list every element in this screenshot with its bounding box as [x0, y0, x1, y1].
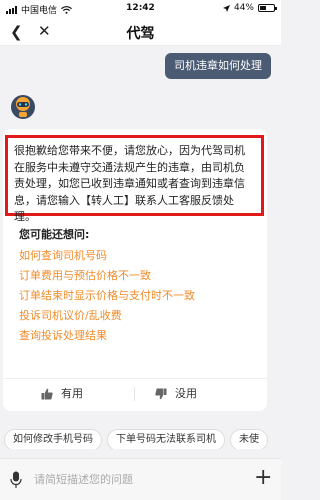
message-input[interactable] [34, 467, 244, 491]
quick-reply-chip[interactable]: 下单号码无法联系司机 [107, 429, 225, 449]
plus-icon[interactable]: + [254, 465, 272, 491]
suggestions-title: 您可能还想问: [19, 228, 90, 241]
battery-icon [258, 4, 277, 12]
input-bar: + [0, 458, 281, 500]
bot-avatar-icon [11, 95, 35, 119]
microphone-icon[interactable] [10, 471, 22, 489]
user-message-bubble: 司机违章如何处理 [165, 53, 271, 79]
suggestion-item[interactable]: 订单费用与预估价格不一致 [19, 266, 195, 286]
status-right: 44% [222, 3, 277, 13]
quick-reply-chip[interactable]: 如何修改手机号码 [4, 429, 102, 449]
suggestions-list: 如何查询司机号码 订单费用与预估价格不一致 订单结束时显示价格与支付时不一致 投… [19, 246, 195, 346]
nav-bar: ❮ ✕ 代驾 [0, 18, 281, 46]
thumbs-up-icon [41, 388, 53, 400]
suggestion-item[interactable]: 订单结束时显示价格与支付时不一致 [19, 286, 195, 306]
useful-button[interactable]: 有用 [41, 383, 83, 405]
status-bar: 中国电信 12:42 44% [0, 0, 281, 18]
location-arrow-icon [222, 4, 230, 12]
bot-reply-card: 很抱歉给您带来不便，请您放心，因为代驾司机在服务中未遵守交通法规产生的违章，由司… [3, 129, 267, 411]
useful-label: 有用 [61, 387, 83, 400]
suggestion-item[interactable]: 查询投诉处理结果 [19, 326, 195, 346]
quick-reply-chip[interactable]: 未使 [230, 429, 268, 449]
suggestion-item[interactable]: 投诉司机议价/乱收费 [19, 306, 195, 326]
bot-reply-text: 很抱歉给您带来不便，请您放心，因为代驾司机在服务中未遵守交通法规产生的违章，由司… [5, 135, 264, 223]
suggestion-item[interactable]: 如何查询司机号码 [19, 246, 195, 266]
useless-label: 没用 [175, 387, 197, 400]
feedback-divider [134, 387, 135, 401]
quick-replies: 如何修改手机号码 下单号码无法联系司机 未使 [4, 427, 281, 449]
battery-fill [260, 6, 266, 10]
useless-button[interactable]: 没用 [155, 383, 197, 405]
battery-percent: 44% [233, 3, 254, 13]
thumbs-down-icon [155, 388, 167, 400]
page-title: 代驾 [126, 26, 155, 42]
card-divider [3, 378, 267, 379]
